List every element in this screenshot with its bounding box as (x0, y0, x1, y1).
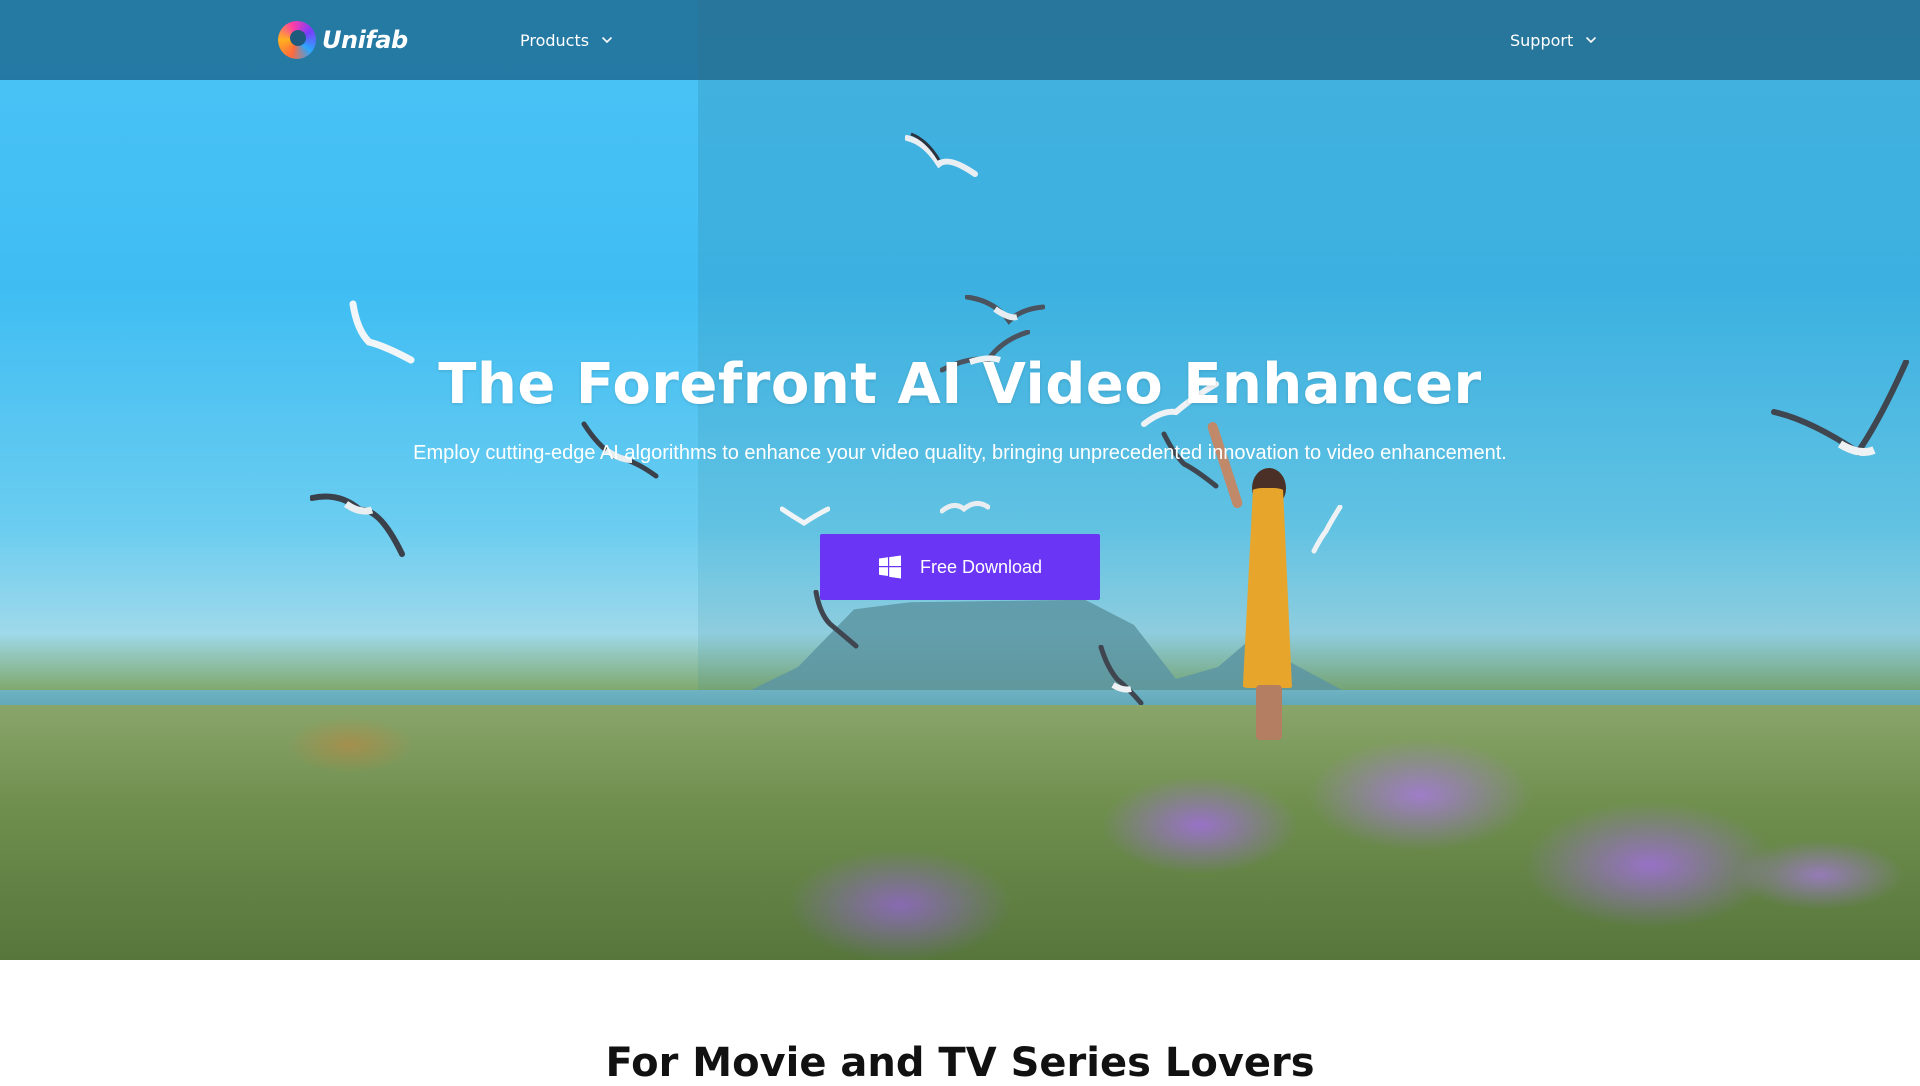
seagull-icon (1095, 645, 1145, 705)
top-navbar: Unifab Products Support (0, 0, 1920, 80)
unifab-logo-icon (278, 21, 316, 59)
nav-support-label: Support (1510, 30, 1574, 50)
hero-subtitle: Employ cutting-edge AI algorithms to enh… (413, 442, 1507, 464)
unifab-logo[interactable]: Unifab (278, 20, 408, 60)
nav-products-label: Products (520, 30, 590, 50)
seagull-icon (310, 490, 410, 560)
seagull-icon (940, 495, 990, 525)
section-title: For Movie and TV Series Lovers (605, 1040, 1315, 1086)
nav-products-menu[interactable]: Products (520, 28, 613, 52)
free-download-button[interactable]: Free Download (820, 534, 1100, 600)
hero-flower-meadow (0, 705, 1920, 960)
seagull-icon (905, 130, 985, 190)
seagull-icon (1310, 505, 1350, 555)
chevron-down-icon (1585, 34, 1597, 46)
hero-banner (0, 0, 1920, 960)
windows-icon (878, 555, 902, 579)
hero-girl-legs (1256, 685, 1282, 740)
nav-support-menu[interactable]: Support (1510, 28, 1597, 52)
brand-name: Unifab (322, 26, 408, 54)
seagull-icon (780, 505, 830, 535)
chevron-down-icon (601, 34, 613, 46)
free-download-label: Free Download (919, 556, 1043, 577)
hero-title: The Forefront AI Video Enhancer (438, 352, 1482, 417)
